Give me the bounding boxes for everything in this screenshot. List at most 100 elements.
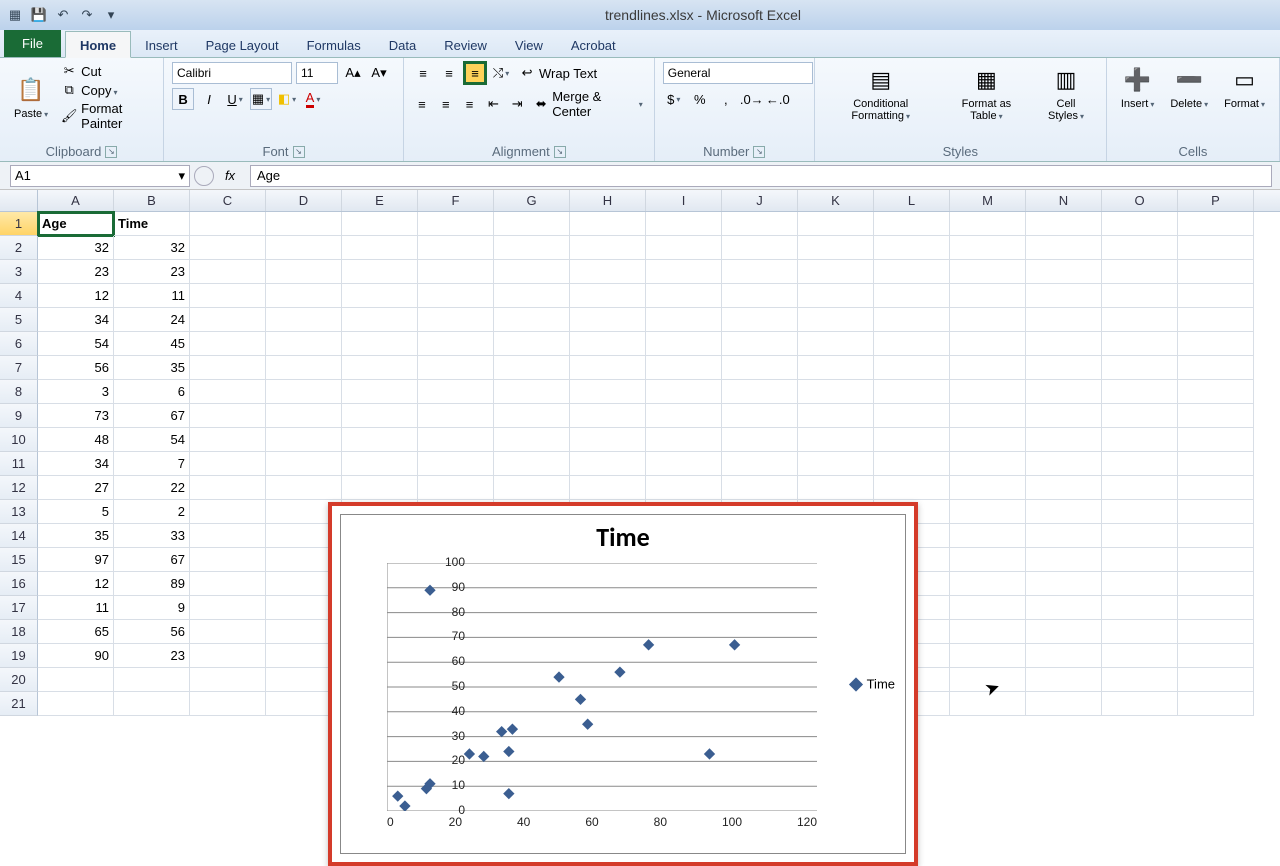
cell[interactable]: Time xyxy=(114,212,190,236)
cell[interactable] xyxy=(1102,692,1178,716)
cell[interactable] xyxy=(190,404,266,428)
column-header[interactable]: G xyxy=(494,190,570,211)
cell[interactable] xyxy=(1102,308,1178,332)
accounting-format-icon[interactable]: $ xyxy=(663,88,685,110)
cell[interactable] xyxy=(494,236,570,260)
cell[interactable] xyxy=(418,236,494,260)
column-header[interactable]: F xyxy=(418,190,494,211)
cell[interactable] xyxy=(798,452,874,476)
cell[interactable] xyxy=(190,476,266,500)
cell[interactable] xyxy=(722,404,798,428)
cell[interactable] xyxy=(266,260,342,284)
font-color-button[interactable]: A xyxy=(302,88,324,110)
column-header[interactable]: M xyxy=(950,190,1026,211)
font-name-combo[interactable] xyxy=(172,62,292,84)
cell[interactable] xyxy=(950,404,1026,428)
data-point[interactable] xyxy=(704,748,715,759)
number-format-combo[interactable] xyxy=(663,62,813,84)
cell[interactable] xyxy=(1178,476,1254,500)
data-point[interactable] xyxy=(643,639,654,650)
cell[interactable] xyxy=(266,428,342,452)
cell[interactable] xyxy=(418,380,494,404)
decrease-font-icon[interactable]: A▾ xyxy=(368,62,390,84)
column-header[interactable]: J xyxy=(722,190,798,211)
cell[interactable] xyxy=(342,356,418,380)
cell[interactable] xyxy=(570,236,646,260)
cell[interactable] xyxy=(190,308,266,332)
column-header[interactable]: I xyxy=(646,190,722,211)
cell[interactable] xyxy=(342,476,418,500)
column-header[interactable]: O xyxy=(1102,190,1178,211)
cell[interactable] xyxy=(874,452,950,476)
cell[interactable] xyxy=(570,452,646,476)
row-header[interactable]: 15 xyxy=(0,548,38,572)
row-header[interactable]: 18 xyxy=(0,620,38,644)
cell[interactable] xyxy=(1102,380,1178,404)
row-header[interactable]: 8 xyxy=(0,380,38,404)
cell[interactable]: 48 xyxy=(38,428,114,452)
align-top-icon[interactable]: ≡ xyxy=(412,62,434,84)
tab-review[interactable]: Review xyxy=(430,32,501,57)
align-bottom-icon[interactable]: ≡ xyxy=(464,62,486,84)
cell[interactable] xyxy=(570,476,646,500)
data-point[interactable] xyxy=(503,788,514,799)
cell[interactable] xyxy=(1026,476,1102,500)
cell[interactable] xyxy=(950,308,1026,332)
cell[interactable] xyxy=(1102,644,1178,668)
cell[interactable] xyxy=(494,404,570,428)
copy-button[interactable]: ⧉Copy xyxy=(58,81,155,99)
cell[interactable] xyxy=(1178,548,1254,572)
cell[interactable] xyxy=(798,428,874,452)
cell[interactable] xyxy=(1026,668,1102,692)
cell-styles-button[interactable]: ▥Cell Styles xyxy=(1034,62,1098,124)
align-right-icon[interactable]: ≡ xyxy=(460,93,480,115)
cell[interactable] xyxy=(1102,452,1178,476)
data-point[interactable] xyxy=(582,719,593,730)
column-header[interactable]: H xyxy=(570,190,646,211)
cell[interactable]: 32 xyxy=(114,236,190,260)
cell[interactable] xyxy=(342,236,418,260)
cell[interactable] xyxy=(646,356,722,380)
column-header[interactable]: E xyxy=(342,190,418,211)
cell[interactable] xyxy=(190,644,266,668)
cell[interactable] xyxy=(190,692,266,716)
chart-legend[interactable]: Time xyxy=(851,677,895,692)
cell[interactable] xyxy=(494,356,570,380)
cell[interactable] xyxy=(266,380,342,404)
cell[interactable] xyxy=(494,284,570,308)
conditional-formatting-button[interactable]: ▤Conditional Formatting xyxy=(823,62,939,124)
cell[interactable] xyxy=(190,524,266,548)
cell[interactable] xyxy=(190,572,266,596)
cell[interactable] xyxy=(1026,236,1102,260)
cell[interactable] xyxy=(266,452,342,476)
decrease-decimal-icon[interactable]: ←.0 xyxy=(767,88,789,110)
tab-formulas[interactable]: Formulas xyxy=(293,32,375,57)
cell[interactable] xyxy=(646,236,722,260)
tab-view[interactable]: View xyxy=(501,32,557,57)
cell[interactable] xyxy=(798,332,874,356)
cell[interactable]: 2 xyxy=(114,500,190,524)
increase-indent-icon[interactable]: ⇥ xyxy=(507,93,527,115)
data-point[interactable] xyxy=(496,726,507,737)
row-header[interactable]: 2 xyxy=(0,236,38,260)
cell[interactable] xyxy=(646,452,722,476)
redo-icon[interactable]: ↷ xyxy=(78,6,96,24)
cell[interactable] xyxy=(950,260,1026,284)
cell[interactable] xyxy=(798,356,874,380)
cell[interactable]: 67 xyxy=(114,404,190,428)
cell[interactable] xyxy=(1102,428,1178,452)
cell[interactable] xyxy=(1102,524,1178,548)
cell[interactable] xyxy=(722,428,798,452)
cell[interactable] xyxy=(494,308,570,332)
cell[interactable]: Age xyxy=(38,212,114,236)
cell[interactable] xyxy=(722,380,798,404)
cell[interactable]: 34 xyxy=(38,308,114,332)
cell[interactable] xyxy=(494,476,570,500)
cell[interactable] xyxy=(950,620,1026,644)
cell[interactable] xyxy=(722,236,798,260)
cell[interactable] xyxy=(798,212,874,236)
cell[interactable] xyxy=(418,356,494,380)
cell[interactable] xyxy=(1178,332,1254,356)
cell[interactable] xyxy=(1026,692,1102,716)
cell[interactable] xyxy=(646,428,722,452)
